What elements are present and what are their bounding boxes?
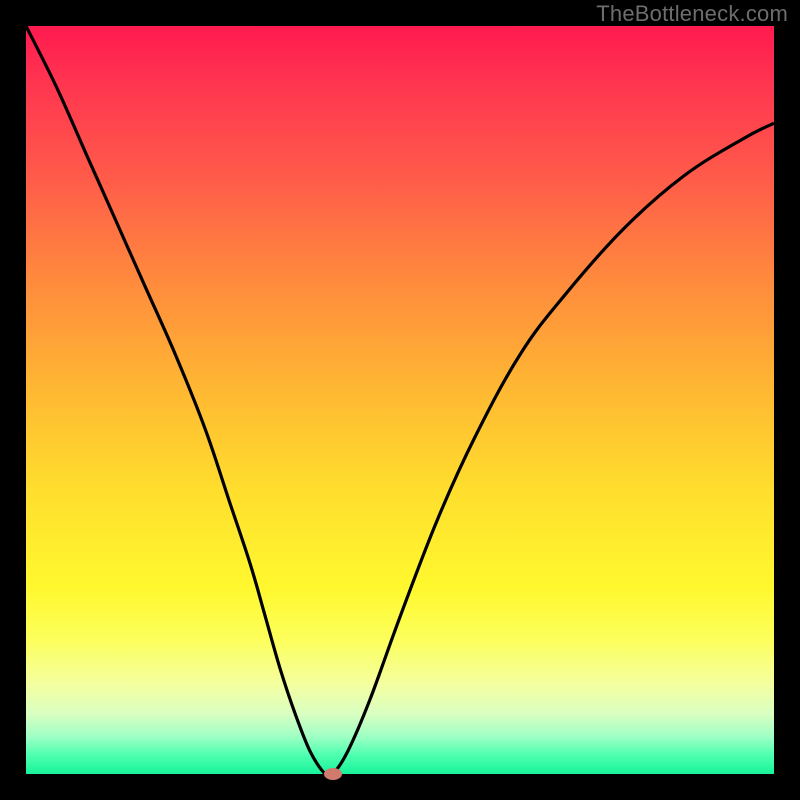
watermark-text: TheBottleneck.com <box>596 1 788 27</box>
chart-frame: TheBottleneck.com <box>0 0 800 800</box>
bottleneck-curve-path <box>26 26 774 777</box>
optimum-marker <box>324 768 342 780</box>
curve-layer <box>26 26 774 774</box>
plot-area <box>26 26 774 774</box>
